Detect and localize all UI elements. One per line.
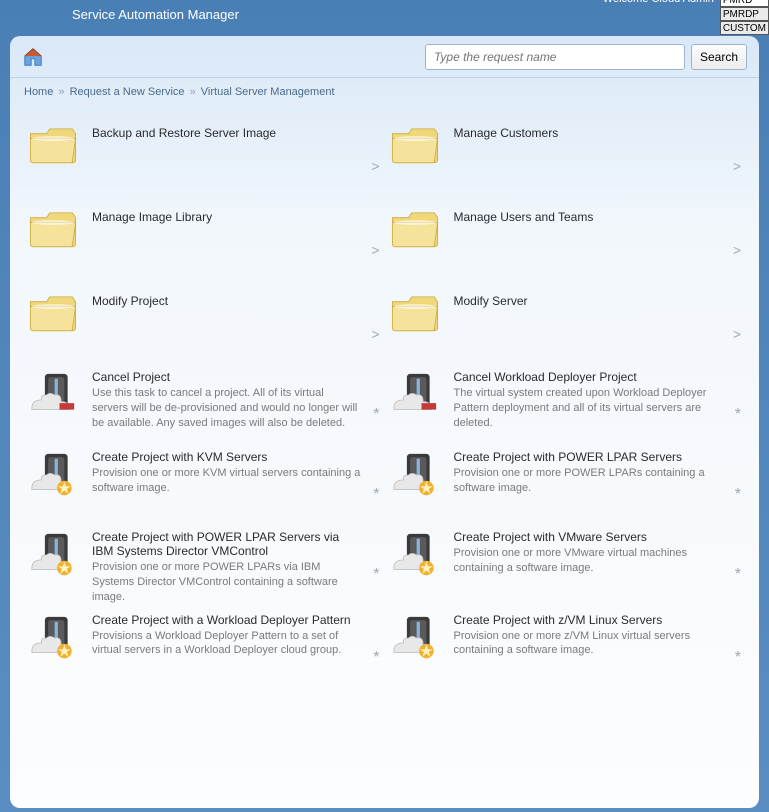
item-description: Provision one or more VMware virtual mac…: [454, 544, 724, 576]
chevron-right-icon: »: [58, 86, 64, 98]
item-title: Cancel Project: [92, 366, 362, 384]
main-panel: Search Home » Request a New Service » Vi…: [10, 36, 759, 808]
asterisk-icon: *: [735, 486, 741, 504]
item-title: Create Project with POWER LPAR Servers: [454, 446, 724, 464]
catalog-item[interactable]: Create Project with KVM ServersProvision…: [24, 444, 384, 522]
folder-icon: [386, 200, 444, 258]
dropdown-option-1[interactable]: CUSTOM: [720, 21, 769, 35]
search-input[interactable]: [425, 44, 685, 70]
item-title: Create Project with POWER LPAR Servers v…: [92, 526, 362, 558]
asterisk-icon: *: [373, 486, 379, 504]
item-description: The virtual system created upon Workload…: [454, 384, 724, 431]
asterisk-icon: *: [373, 649, 379, 667]
chevron-right-icon: >: [371, 326, 379, 342]
dropdown-selected[interactable]: PMRD: [720, 0, 769, 7]
app-title: Service Automation Manager: [72, 7, 239, 22]
breadcrumb-item-0[interactable]: Home: [24, 86, 53, 98]
welcome-text: Welcome Cloud Admin: [603, 0, 714, 5]
item-text: Manage Users and Teams: [454, 200, 746, 224]
search-button[interactable]: Search: [691, 44, 747, 70]
item-description: Use this task to cancel a project. All o…: [92, 384, 362, 431]
item-title: Cancel Workload Deployer Project: [454, 366, 724, 384]
catalog-item[interactable]: Create Project with VMware ServersProvis…: [386, 524, 746, 605]
catalog-item[interactable]: Manage Customers >: [386, 112, 746, 194]
toolbar: Search: [10, 36, 759, 78]
server-create-icon: [386, 446, 444, 504]
item-text: Create Project with POWER LPAR ServersPr…: [454, 446, 746, 496]
item-text: Cancel ProjectUse this task to cancel a …: [92, 366, 384, 431]
chevron-right-icon: >: [371, 242, 379, 258]
item-text: Create Project with z/VM Linux ServersPr…: [454, 609, 746, 659]
breadcrumb-item-2: Virtual Server Management: [201, 86, 335, 98]
item-text: Create Project with KVM ServersProvision…: [92, 446, 384, 496]
catalog-item[interactable]: Create Project with a Workload Deployer …: [24, 607, 384, 685]
item-title: Create Project with z/VM Linux Servers: [454, 609, 724, 627]
catalog-item[interactable]: Create Project with z/VM Linux ServersPr…: [386, 607, 746, 685]
asterisk-icon: *: [735, 406, 741, 424]
catalog-item[interactable]: Manage Users and Teams >: [386, 196, 746, 278]
item-title: Backup and Restore Server Image: [92, 116, 362, 140]
catalog-item[interactable]: Backup and Restore Server Image >: [24, 112, 384, 194]
item-description: Provision one or more POWER LPARs via IB…: [92, 558, 362, 605]
folder-icon: [386, 116, 444, 174]
catalog-item[interactable]: Modify Server >: [386, 280, 746, 362]
asterisk-icon: *: [373, 406, 379, 424]
catalog-item[interactable]: Modify Project >: [24, 280, 384, 362]
item-description: Provision one or more POWER LPARs contai…: [454, 464, 724, 496]
chevron-right-icon: >: [733, 242, 741, 258]
asterisk-icon: *: [735, 566, 741, 584]
chevron-right-icon: >: [371, 158, 379, 174]
server-create-icon: [24, 526, 82, 584]
server-create-icon: [24, 446, 82, 504]
folder-icon: [24, 284, 82, 342]
item-text: Backup and Restore Server Image: [92, 116, 384, 140]
server-create-icon: [386, 609, 444, 667]
item-text: Cancel Workload Deployer ProjectThe virt…: [454, 366, 746, 431]
server-create-icon: [386, 526, 444, 584]
catalog-item[interactable]: Create Project with POWER LPAR ServersPr…: [386, 444, 746, 522]
item-title: Modify Project: [92, 284, 362, 308]
breadcrumb-item-1[interactable]: Request a New Service: [70, 86, 185, 98]
folder-icon: [24, 200, 82, 258]
asterisk-icon: *: [735, 649, 741, 667]
catalog-item[interactable]: Cancel ProjectUse this task to cancel a …: [24, 364, 384, 442]
item-text: Create Project with POWER LPAR Servers v…: [92, 526, 384, 605]
item-title: Create Project with a Workload Deployer …: [92, 609, 362, 627]
folder-icon: [24, 116, 82, 174]
chevron-right-icon: >: [733, 326, 741, 342]
item-title: Create Project with KVM Servers: [92, 446, 362, 464]
server-cancel-icon: [386, 366, 444, 424]
asterisk-icon: *: [373, 566, 379, 584]
item-description: Provision one or more z/VM Linux virtual…: [454, 627, 724, 659]
item-title: Modify Server: [454, 284, 724, 308]
folder-icon: [386, 284, 444, 342]
catalog-item[interactable]: Manage Image Library >: [24, 196, 384, 278]
catalog-item[interactable]: Create Project with POWER LPAR Servers v…: [24, 524, 384, 605]
item-text: Manage Image Library: [92, 200, 384, 224]
catalog-item[interactable]: Cancel Workload Deployer ProjectThe virt…: [386, 364, 746, 442]
dropdown-option-0[interactable]: PMRDP: [720, 7, 769, 21]
item-title: Create Project with VMware Servers: [454, 526, 724, 544]
item-description: Provisions a Workload Deployer Pattern t…: [92, 627, 362, 659]
item-text: Create Project with a Workload Deployer …: [92, 609, 384, 659]
chevron-right-icon: »: [190, 86, 196, 98]
item-title: Manage Customers: [454, 116, 724, 140]
item-text: Create Project with VMware ServersProvis…: [454, 526, 746, 576]
chevron-right-icon: >: [733, 158, 741, 174]
item-title: Manage Users and Teams: [454, 200, 724, 224]
item-description: Provision one or more KVM virtual server…: [92, 464, 362, 496]
home-icon[interactable]: [22, 46, 44, 68]
user-dropdown[interactable]: PMRD PMRDP CUSTOM: [720, 0, 769, 35]
breadcrumb: Home » Request a New Service » Virtual S…: [10, 78, 759, 102]
server-cancel-icon: [24, 366, 82, 424]
server-create-icon: [24, 609, 82, 667]
item-text: Modify Project: [92, 284, 384, 308]
item-text: Manage Customers: [454, 116, 746, 140]
item-title: Manage Image Library: [92, 200, 362, 224]
item-text: Modify Server: [454, 284, 746, 308]
